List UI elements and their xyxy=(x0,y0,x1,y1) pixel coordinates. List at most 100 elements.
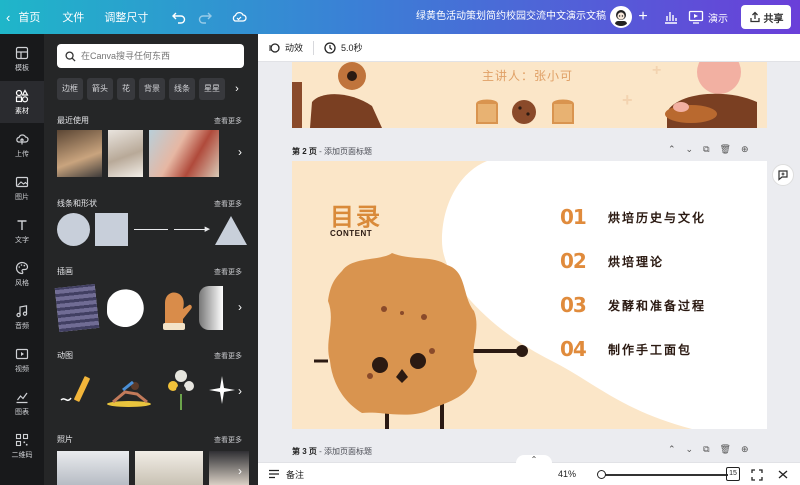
presenter-text[interactable]: 主讲人：张小可 xyxy=(482,67,573,84)
plaid-illustration[interactable] xyxy=(54,284,100,332)
chip-flowers[interactable]: 花 xyxy=(117,78,135,100)
animate-button[interactable]: 动效 xyxy=(258,34,313,62)
see-more-animations[interactable]: 查看更多 xyxy=(214,351,242,361)
share-button[interactable]: 共享 xyxy=(741,5,791,29)
photo-thumb[interactable] xyxy=(135,451,203,485)
line-shape[interactable] xyxy=(134,229,168,230)
chevron-down-icon[interactable]: ⌄ xyxy=(686,444,694,455)
chevron-right-icon[interactable]: › xyxy=(238,464,250,480)
toc-title[interactable]: 目录 xyxy=(330,197,382,232)
zoom-slider-knob[interactable] xyxy=(597,470,606,479)
see-more-illustrations[interactable]: 查看更多 xyxy=(214,267,242,277)
rail-item-photos[interactable]: 图片 xyxy=(0,167,44,209)
add-comment-icon[interactable] xyxy=(772,164,794,186)
chip-backgrounds[interactable]: 背景 xyxy=(139,78,165,100)
page-3-actions: ⌃ ⌄ ⧉ 🗑 ⊕ xyxy=(668,444,749,455)
duplicate-page-icon[interactable]: ⧉ xyxy=(703,144,709,155)
see-more-lines[interactable]: 查看更多 xyxy=(214,199,242,209)
avatar[interactable] xyxy=(610,6,632,28)
show-pages-chevron-icon[interactable]: ⌃ xyxy=(516,455,552,465)
add-collaborator-icon[interactable]: + xyxy=(632,6,654,28)
notes-button[interactable]: 备注 xyxy=(268,468,304,481)
page-3-label[interactable]: 第 3 页 - 添加页面标题 xyxy=(292,446,372,457)
present-button[interactable]: 演示 xyxy=(688,6,728,28)
add-page-icon[interactable]: ⊕ xyxy=(741,144,749,155)
text-icon xyxy=(17,219,27,230)
document-title[interactable]: 绿黄色活动策划简约校园交流中文演示文稿 xyxy=(410,0,606,34)
photo-thumb[interactable] xyxy=(57,451,129,485)
toc-subtitle[interactable]: CONTENT xyxy=(330,229,372,238)
animate-icon xyxy=(269,42,280,53)
see-more-recent[interactable]: 查看更多 xyxy=(214,116,242,126)
toc-item-2[interactable]: 02 烘培理论 xyxy=(560,249,664,273)
toc-number: 04 xyxy=(560,337,587,361)
section-title-animations: 动图 xyxy=(57,351,73,360)
zoom-slider-track[interactable] xyxy=(598,474,728,476)
rail-item-charts[interactable]: 图表 xyxy=(0,382,44,424)
see-more-photos[interactable]: 查看更多 xyxy=(214,435,242,445)
cloud-saved-icon[interactable] xyxy=(228,6,250,28)
redo-icon[interactable] xyxy=(194,6,216,28)
insights-chart-icon[interactable] xyxy=(660,6,682,28)
page-count-button[interactable]: 15 xyxy=(726,467,740,481)
help-icon[interactable] xyxy=(776,468,790,482)
home-button[interactable]: ‹ 首页 xyxy=(0,0,48,34)
chevron-right-icon[interactable]: › xyxy=(238,145,250,161)
chevron-right-icon[interactable]: › xyxy=(238,300,250,316)
rail-item-styles[interactable]: 风格 xyxy=(0,253,44,295)
illustration-thumbs xyxy=(54,284,223,332)
chip-borders[interactable]: 边框 xyxy=(57,78,83,100)
audio-icon xyxy=(16,304,28,317)
yoga-woman-sticker[interactable] xyxy=(103,370,155,410)
rail-item-qrcode[interactable]: 二维码 xyxy=(0,425,44,467)
rail-item-uploads[interactable]: 上传 xyxy=(0,124,44,166)
file-menu[interactable]: 文件 xyxy=(54,0,92,34)
rail-item-templates[interactable]: 模板 xyxy=(0,38,44,80)
zoom-level[interactable]: 41% xyxy=(558,469,576,479)
chevron-up-icon[interactable]: ⌃ xyxy=(668,444,676,455)
page-2-label[interactable]: 第 2 页 - 添加页面标题 xyxy=(292,146,372,157)
triangle-shape[interactable] xyxy=(214,214,248,246)
recent-photo-thumb[interactable] xyxy=(57,130,102,177)
toc-item-4[interactable]: 04 制作手工面包 xyxy=(560,337,692,361)
chevron-right-icon[interactable]: › xyxy=(238,384,250,400)
toc-item-1[interactable]: 01 烘培历史与文化 xyxy=(560,205,706,229)
slide-page-1[interactable]: 主讲人：张小可 + + xyxy=(292,62,767,128)
recent-photo-thumb[interactable] xyxy=(149,130,219,177)
rail-item-text[interactable]: 文字 xyxy=(0,210,44,252)
pencil-sticker[interactable] xyxy=(57,370,97,410)
delete-page-icon[interactable]: 🗑 xyxy=(720,144,731,155)
chevron-up-icon[interactable]: ⌃ xyxy=(668,144,676,155)
search-box[interactable] xyxy=(57,44,244,68)
chevron-down-icon[interactable]: ⌄ xyxy=(686,144,694,155)
square-shape[interactable] xyxy=(95,213,128,246)
blob-illustration[interactable] xyxy=(103,286,147,330)
search-input[interactable] xyxy=(81,51,231,61)
style-icon xyxy=(15,261,29,274)
sparkle-sticker[interactable] xyxy=(207,370,237,410)
circle-shape[interactable] xyxy=(57,213,90,246)
rail-item-audio[interactable]: 音频 xyxy=(0,296,44,338)
undo-icon[interactable] xyxy=(168,6,190,28)
add-page-icon[interactable]: ⊕ xyxy=(741,444,749,455)
oven-mitt-illustration[interactable] xyxy=(153,285,193,331)
resize-menu[interactable]: 调整尺寸 xyxy=(96,0,156,34)
rail-item-video[interactable]: 视频 xyxy=(0,339,44,381)
chip-lines[interactable]: 线条 xyxy=(169,78,195,100)
recent-photo-thumb[interactable] xyxy=(108,130,143,177)
chip-arrows[interactable]: 箭头 xyxy=(87,78,113,100)
flower-bouquet-sticker[interactable] xyxy=(161,368,201,412)
slide-page-2[interactable]: 目录 CONTENT 01 烘培历史与文化 02 烘培理论 03 发酵和准备过程… xyxy=(292,161,767,429)
chip-stars[interactable]: 星星 xyxy=(199,78,225,100)
duration-button[interactable]: 5.0秒 xyxy=(314,34,373,62)
chevron-right-icon[interactable]: › xyxy=(229,78,245,100)
duplicate-page-icon[interactable]: ⧉ xyxy=(703,444,709,455)
chevron-left-icon: ‹ xyxy=(6,9,11,25)
fullscreen-icon[interactable] xyxy=(750,468,764,482)
photo-thumbs xyxy=(57,451,249,485)
toc-item-3[interactable]: 03 发酵和准备过程 xyxy=(560,293,706,317)
delete-page-icon[interactable]: 🗑 xyxy=(720,444,731,455)
gradient-illustration[interactable] xyxy=(199,286,223,330)
arrow-line-shape[interactable]: ▶ xyxy=(174,226,210,233)
rail-item-elements[interactable]: 素材 xyxy=(0,81,44,123)
